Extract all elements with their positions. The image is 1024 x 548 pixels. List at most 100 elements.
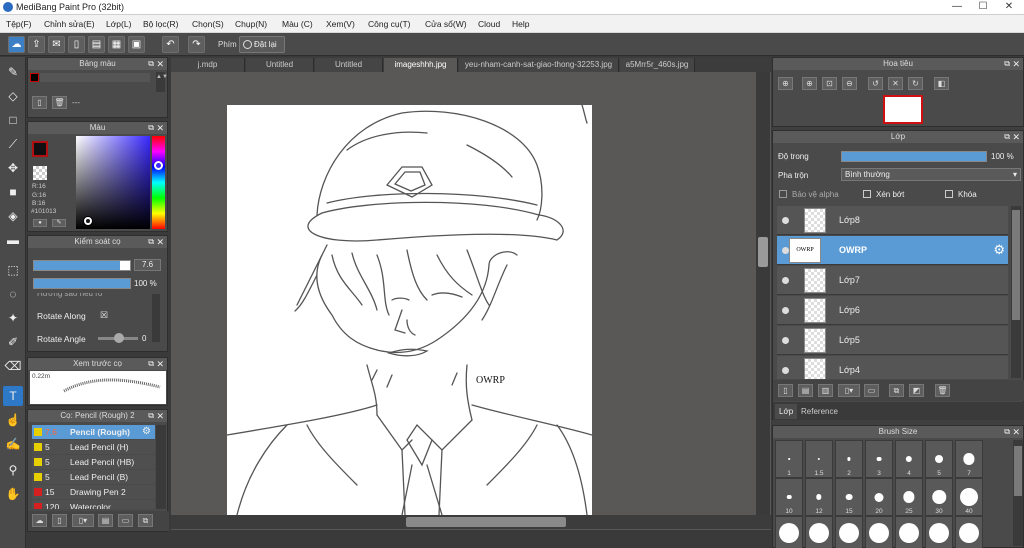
visibility-icon[interactable] <box>782 337 789 344</box>
brush-size-cell[interactable] <box>835 516 863 548</box>
brush-tool-icon[interactable]: ✎ <box>3 62 23 82</box>
menu-cloud[interactable]: Cloud <box>478 19 500 29</box>
brush-size-scroll-thumb[interactable] <box>1014 446 1022 496</box>
hand-tool-icon[interactable]: ✋ <box>3 484 23 504</box>
zoom-in-icon[interactable]: ⊕ <box>778 77 793 90</box>
brush-size-cell[interactable]: 4 <box>895 440 923 478</box>
fill-rect-tool-icon[interactable]: ■ <box>3 182 23 202</box>
rotate-along-checkbox[interactable]: ☒ <box>100 310 108 321</box>
blend-mode-select[interactable]: Bình thường ▾ <box>841 168 1021 181</box>
popout-icon[interactable]: ⧉ <box>1004 426 1010 438</box>
brush-list-item[interactable]: 5 Lead Pencil (B) <box>32 470 155 484</box>
layer-row[interactable]: Lớp8 <box>777 206 1008 235</box>
redo-icon[interactable]: ↷ <box>188 36 205 53</box>
reset-button[interactable]: Đặt lại <box>239 36 285 53</box>
zoom-out-icon[interactable]: ⊖ <box>842 77 857 90</box>
brush-size-cell[interactable] <box>805 516 833 548</box>
vertical-scroll-thumb[interactable] <box>758 237 768 267</box>
new-layer-icon[interactable]: ▯ <box>778 384 793 397</box>
transparent-swatch[interactable] <box>33 166 47 180</box>
sv-picker-handle[interactable] <box>84 217 92 225</box>
menu-help[interactable]: Help <box>512 19 529 29</box>
select-pen-tool-icon[interactable]: ✐ <box>3 332 23 352</box>
magic-wand-tool-icon[interactable]: ✦ <box>3 308 23 328</box>
tab-0[interactable]: j.mdp <box>171 58 245 72</box>
flip-icon[interactable]: ◧ <box>934 77 949 90</box>
brush-size-cell[interactable]: 3 <box>865 440 893 478</box>
palette-scroll[interactable]: ▲▼ <box>156 72 168 92</box>
popout-icon[interactable]: ⧉ <box>1004 58 1010 70</box>
lock-checkbox[interactable] <box>945 190 953 198</box>
hue-slider[interactable] <box>152 136 165 229</box>
visibility-icon[interactable] <box>782 367 789 374</box>
close-icon[interactable]: ✕ <box>156 58 164 70</box>
tab-5[interactable]: a5Mrr5r_460s.jpg <box>620 58 695 72</box>
protect-alpha-checkbox[interactable] <box>779 190 787 198</box>
pen-tool-icon[interactable]: ⟋ <box>3 134 23 154</box>
brush-size-cell[interactable] <box>955 516 983 548</box>
delete-layer-icon[interactable]: 🗑 <box>935 384 950 397</box>
visibility-icon[interactable] <box>782 217 789 224</box>
fit-icon[interactable]: ⊡ <box>822 77 837 90</box>
folder-icon[interactable]: ▭ <box>864 384 879 397</box>
new-8bit-layer-icon[interactable]: ▥ <box>818 384 833 397</box>
rotate-angle-handle[interactable] <box>114 333 124 343</box>
brush-size-cell[interactable] <box>775 516 803 548</box>
tab-3[interactable]: imageshhh.jpg <box>384 58 458 72</box>
duplicate-icon[interactable]: ⧉ <box>138 514 153 527</box>
lasso-tool-icon[interactable]: ◌ <box>3 284 23 304</box>
brush-size-cell[interactable] <box>895 516 923 548</box>
visibility-icon[interactable] <box>782 247 789 254</box>
foreground-color-swatch[interactable] <box>32 141 48 157</box>
brush-size-cell[interactable]: 20 <box>865 478 893 516</box>
clipping-checkbox[interactable] <box>863 190 871 198</box>
popout-icon[interactable]: ⧉ <box>148 58 154 70</box>
menu-edit[interactable]: Chỉnh sửa(E) <box>44 19 95 29</box>
text-tool-icon[interactable]: T <box>3 386 23 406</box>
delete-palette-icon[interactable]: 🗑 <box>52 96 67 109</box>
brush-size-value[interactable]: 7.6 <box>134 259 161 271</box>
brush-size-cell[interactable]: 25 <box>895 478 923 516</box>
undo-icon[interactable]: ↶ <box>162 36 179 53</box>
document-icon[interactable]: ▤ <box>88 36 105 53</box>
hue-slider-handle[interactable] <box>154 161 163 170</box>
tab-4[interactable]: yeu-nham-canh-sat-giao-thong-32253.jpg <box>459 58 619 72</box>
menu-view[interactable]: Xem(V) <box>326 19 355 29</box>
brush-list-scrollbar[interactable] <box>156 425 166 509</box>
tab-2[interactable]: Untitled <box>315 58 383 72</box>
horizontal-scroll-thumb[interactable] <box>406 517 566 527</box>
duplicate-layer-icon[interactable]: ⧉ <box>889 384 904 397</box>
menu-tools[interactable]: Công cụ(T) <box>368 19 411 29</box>
brush-opacity-slider[interactable] <box>33 278 131 289</box>
tab-1[interactable]: Untitled <box>246 58 314 72</box>
close-icon[interactable]: ✕ <box>1012 426 1020 438</box>
cloud-icon[interactable]: ☁ <box>8 36 25 53</box>
brush-control-scrollbar[interactable] <box>152 294 160 342</box>
close-icon[interactable]: ✕ <box>156 236 164 248</box>
brush-size-cell[interactable]: 15 <box>835 478 863 516</box>
operation-tool-icon[interactable]: ☝ <box>3 410 23 430</box>
canvas-text[interactable]: OWRP <box>476 375 505 386</box>
layer-row[interactable]: Lớp4 <box>777 356 1008 379</box>
brush-size-cell[interactable]: 5 <box>925 440 953 478</box>
menu-layer[interactable]: Lớp(L) <box>106 19 131 29</box>
maximize-button[interactable]: ☐ <box>970 0 996 14</box>
vertical-scrollbar[interactable] <box>756 72 770 515</box>
brush-size-scrollbar[interactable] <box>1013 440 1023 546</box>
comment-icon[interactable]: ✉ <box>48 36 65 53</box>
layer-opacity-slider[interactable] <box>841 151 987 162</box>
folder-icon[interactable]: ▭ <box>118 514 133 527</box>
menu-color[interactable]: Màu (C) <box>282 19 313 29</box>
tiles-icon[interactable]: ▣ <box>128 36 145 53</box>
zoom-in-icon-2[interactable]: ⊕ <box>802 77 817 90</box>
brush-list-item[interactable]: 5 Lead Pencil (HB) <box>32 455 155 469</box>
gear-icon[interactable]: ⚙ <box>142 426 151 437</box>
layer-row[interactable]: Lớp5 <box>777 326 1008 355</box>
close-icon[interactable]: ✕ <box>156 358 164 370</box>
color-picker-button[interactable]: ✎ <box>52 219 66 227</box>
layer-row[interactable]: OWRP OWRP ⚙ <box>777 236 1008 265</box>
reset-view-icon[interactable]: ✕ <box>888 77 903 90</box>
rectangle-tool-icon[interactable]: □ <box>3 110 23 130</box>
move-tool-icon[interactable]: ✥ <box>3 158 23 178</box>
new-brush-icon[interactable]: ▯ <box>52 514 67 527</box>
